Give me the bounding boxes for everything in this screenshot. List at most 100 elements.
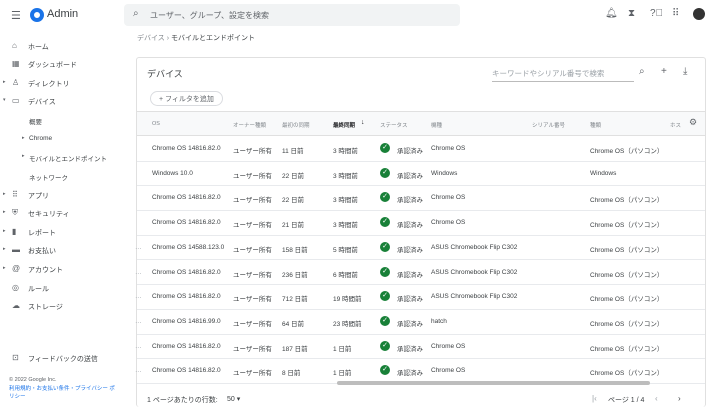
search-icon[interactable]: ⌕ (639, 66, 645, 77)
truncated-cell: … (135, 367, 142, 375)
cell-1: ユーザー所有 (233, 345, 272, 353)
cell-7: Chrome OS（パソコン） (590, 148, 664, 155)
cell-5: Chrome OS (431, 194, 466, 202)
column-header[interactable]: 最初の同期 (282, 121, 310, 129)
legal-links[interactable]: 利用規約・お支払い条件・プライバシー ポリシー (9, 385, 117, 401)
sidebar-item-label: ディレクトリ (28, 81, 70, 88)
cell-3: 23 時間前 (333, 320, 362, 328)
cell-3: 19 時間前 (333, 296, 362, 304)
cell-0: Chrome OS 14816.99.0 (152, 317, 221, 325)
sidebar: ⌂ ホーム ▦ ダッシュボード ▸ ♙ ディレクトリ ▾ ▭ デバイス 概要 ▸ Chrome ▸ モバイル… (0, 31, 122, 407)
apps-icon: ⠿ (12, 190, 18, 199)
column-header[interactable]: オーナー種類 (233, 121, 266, 129)
device-search-input[interactable]: キーワードやシリアル番号で検索 (492, 68, 634, 82)
next-page-icon[interactable]: › (678, 394, 681, 403)
sidebar-item-0[interactable]: ⌂ ホーム (0, 39, 122, 55)
pagination: 1 ページあたりの行数: 50 ▾ |‹ ページ 1 / 4 ‹ › (137, 392, 705, 408)
sidebar-item-6[interactable]: ▸ モバイルとエンドポイント (0, 150, 122, 166)
column-header[interactable]: 機種 (431, 121, 442, 129)
breadcrumb-parent[interactable]: デバイス (137, 35, 165, 42)
cell-2: 11 日前 (282, 148, 304, 155)
column-header[interactable]: 最終同期 (333, 121, 355, 129)
prev-page-icon[interactable]: ‹ (655, 394, 658, 403)
sidebar-item-5[interactable]: ▸ Chrome (0, 132, 122, 148)
sidebar-item-14[interactable]: ☁ ストレージ (0, 299, 122, 315)
table-row[interactable]: … Chrome OS 14816.82.0 ユーザー所有 712 日前 19 時間前 ✓… (135, 285, 705, 310)
sort-arrow-icon[interactable]: ↓ (361, 119, 365, 126)
cell-1: ユーザー所有 (233, 197, 272, 205)
sidebar-item-9[interactable]: ▸ ⛨ セキュリティ (0, 206, 122, 222)
cell-0: Windows 10.0 (152, 169, 193, 177)
cell-1: ユーザー所有 (233, 320, 272, 328)
sidebar-item-10[interactable]: ▸ ▮ レポート (0, 225, 122, 241)
table-row[interactable]: … Chrome OS 14588.123.0 ユーザー所有 158 日前 5 時間前 ✓… (135, 236, 705, 261)
column-header[interactable]: OS (152, 121, 160, 127)
approved-check-icon: ✓ (380, 167, 390, 178)
expand-arrow-icon: ▸ (3, 246, 6, 252)
add-filter-label: フィルタを追加 (165, 96, 214, 103)
table-row[interactable]: Windows 10.0 ユーザー所有 22 日前 3 時間前 ✓ 承認済み Windows… (137, 162, 705, 187)
feedback-link[interactable]: ⊡ フィードバックの送信 (0, 351, 122, 367)
cell-0: Chrome OS 14816.82.0 (152, 194, 221, 202)
approved-check-icon: ✓ (380, 217, 390, 228)
sidebar-item-label: ホーム (28, 44, 49, 51)
rows-per-page-label: 1 ページあたりの行数: (147, 397, 218, 404)
approved-check-icon: ✓ (380, 291, 390, 302)
bar-chart-icon: ▮ (12, 227, 17, 236)
truncated-cell: … (135, 317, 142, 325)
add-icon[interactable]: + (661, 66, 667, 77)
sidebar-item-3[interactable]: ▾ ▭ デバイス (0, 94, 122, 110)
table-row[interactable]: … Chrome OS 14816.99.0 ユーザー所有 64 日前 23 時間前 ✓ 承… (135, 310, 705, 335)
apps-grid-icon[interactable]: ⠿ (672, 8, 679, 19)
sidebar-item-7[interactable]: ネットワーク (0, 169, 122, 185)
table-row[interactable]: Chrome OS 14816.82.0 ユーザー所有 11 日前 3 時間前 ✓ 承認済… (137, 137, 705, 162)
sidebar-item-label: Chrome (29, 135, 53, 142)
sidebar-item-11[interactable]: ▸ ▬ お支払い (0, 243, 122, 259)
expand-arrow-icon: ▸ (3, 265, 6, 271)
breadcrumb-current: モバイルとエンドポイント (171, 35, 256, 42)
sidebar-item-4[interactable]: 概要 (0, 113, 122, 129)
cell-7: Chrome OS（パソコン） (590, 296, 664, 304)
table-row[interactable]: … Chrome OS 14816.82.0 ユーザー所有 187 日前 1 日前 ✓ 承認… (135, 335, 705, 360)
cell-5: Windows (431, 169, 458, 177)
menu-icon[interactable]: ☰ (11, 9, 21, 22)
sidebar-item-12[interactable]: ▸ @ アカウント (0, 262, 122, 278)
cell-2: 22 日前 (282, 197, 305, 205)
column-settings-icon[interactable]: ⚙ (689, 117, 697, 128)
download-icon[interactable]: ⤓ (683, 66, 687, 77)
cell-1: ユーザー所有 (233, 148, 272, 155)
help-icon[interactable]: ?⃝ (650, 8, 663, 19)
column-header[interactable]: 種類 (590, 121, 601, 129)
column-header[interactable]: シリアル番号 (532, 121, 565, 129)
search-input[interactable]: ⌕ ユーザー、グループ、設定を検索 (124, 4, 460, 26)
avatar[interactable] (693, 8, 705, 20)
cell-4: 承認済み (397, 172, 423, 180)
devices-card: デバイス キーワードやシリアル番号で検索 ⌕ + ⤓ + フィルタを追加 OS オ… (135, 57, 706, 408)
column-header[interactable]: ステータス (380, 121, 408, 129)
cell-5: Chrome OS (431, 219, 466, 227)
hourglass-icon[interactable]: ⧗ (628, 8, 635, 19)
sidebar-item-8[interactable]: ▸ ⠿ アプリ (0, 188, 122, 204)
horizontal-scrollbar[interactable] (337, 381, 650, 385)
table-row[interactable]: Chrome OS 14816.82.0 ユーザー所有 22 日前 3 時間前 ✓ 承認済… (137, 186, 705, 212)
sidebar-item-label: アプリ (28, 193, 49, 200)
first-page-icon[interactable]: |‹ (592, 394, 597, 403)
table-row[interactable]: … Chrome OS 14816.82.0 ユーザー所有 236 日前 6 時間前 ✓ 承… (135, 261, 705, 286)
add-filter-button[interactable]: + フィルタを追加 (150, 91, 223, 106)
rows-per-page-select[interactable]: 50 ▾ (227, 395, 240, 403)
bell-icon[interactable]: 🔔︎ (605, 8, 618, 19)
cell-3: 1 日前 (333, 370, 352, 378)
truncated-cell: … (135, 342, 142, 350)
cell-2: 22 日前 (282, 172, 305, 180)
sidebar-item-13[interactable]: ◎ ルール (0, 281, 122, 297)
column-header[interactable]: ホス (670, 121, 681, 129)
sidebar-item-1[interactable]: ▦ ダッシュボード (0, 57, 122, 73)
person-icon: ♙ (12, 78, 20, 87)
cell-7: Chrome OS（パソコン） (590, 271, 664, 279)
sidebar-item-2[interactable]: ▸ ♙ ディレクトリ (0, 76, 122, 92)
cell-4: 承認済み (397, 345, 423, 353)
cell-3: 6 時間前 (333, 271, 358, 279)
admin-logo-icon (30, 8, 44, 22)
table-row[interactable]: Chrome OS 14816.82.0 ユーザー所有 21 日前 3 時間前 ✓ 承認済… (137, 211, 705, 236)
sidebar-item-label: ダッシュボード (28, 62, 77, 69)
